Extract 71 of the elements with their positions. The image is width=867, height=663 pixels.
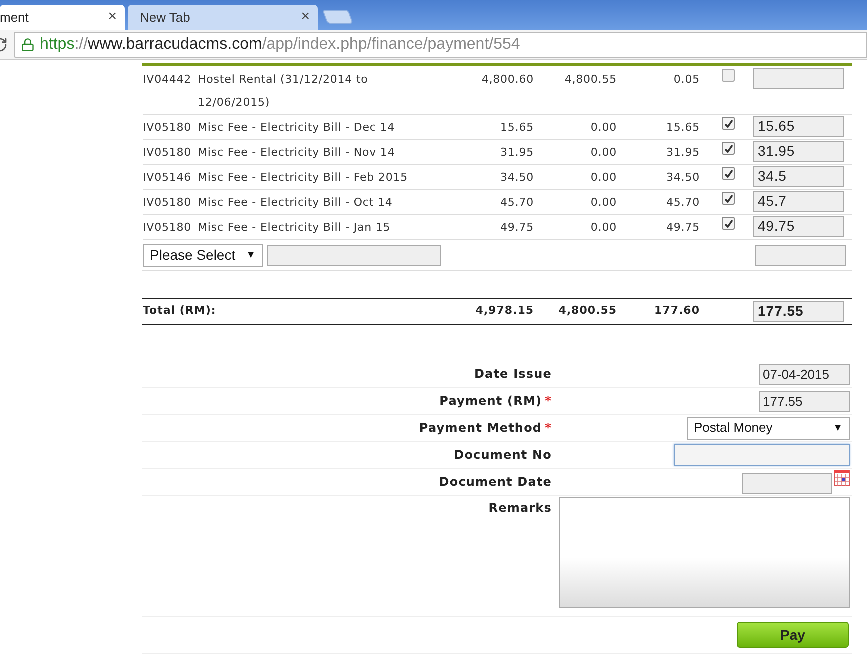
balance-cell-text: 34.50 xyxy=(666,170,700,186)
balance-cell-text: 45.70 xyxy=(666,195,700,211)
amount-cell-text: 45.70 xyxy=(500,195,534,211)
item-select[interactable]: Please Select ▼ xyxy=(143,244,263,266)
invoice-description: Misc Fee - Electricity Bill - Jan 15 xyxy=(198,220,392,236)
checkbox[interactable] xyxy=(722,217,735,230)
document-number-field[interactable] xyxy=(674,444,850,466)
amount-field[interactable]: 49.75 xyxy=(753,216,844,237)
amount-field[interactable]: 31.95 xyxy=(753,141,844,162)
checkbox[interactable] xyxy=(722,142,735,155)
amount-field[interactable]: 45.7 xyxy=(753,191,844,212)
invoice-number: IV05180 xyxy=(143,220,193,236)
field-label: Date Issue xyxy=(473,366,553,383)
checkbox[interactable] xyxy=(722,167,735,180)
balance-cell-text: 15.65 xyxy=(666,120,700,136)
total-amount: 4,978.15 xyxy=(474,303,534,320)
invoice-description: Misc Fee - Electricity Bill - Feb 2015 xyxy=(198,170,410,186)
invoice-number: IV05180 xyxy=(143,195,193,211)
invoice-description: Hostel Rental (31/12/2014 to 12/06/2015) xyxy=(198,72,370,111)
remarks-textarea[interactable] xyxy=(559,497,850,608)
invoice-description: Misc Fee - Electricity Bill - Dec 14 xyxy=(198,120,396,136)
balance-cell-text: 31.95 xyxy=(666,145,700,161)
text-field[interactable]: 07-04-2015 xyxy=(759,364,850,384)
paid-cell-text: 4,800.55 xyxy=(564,72,617,88)
amount-cell-text: 31.95 xyxy=(500,145,534,161)
invoice-number: IV05146 xyxy=(143,170,193,186)
total-paid: 4,800.55 xyxy=(558,303,617,320)
browser-tab[interactable]: New Tab × xyxy=(128,5,318,30)
total-label: Total (RM): xyxy=(143,303,218,320)
new-tab-button[interactable] xyxy=(322,10,354,24)
invoice-description: Misc Fee - Electricity Bill - Oct 14 xyxy=(198,195,394,211)
invoice-description: Misc Fee - Electricity Bill - Nov 14 xyxy=(198,145,396,161)
invoice-number: IV04442 xyxy=(143,72,193,88)
paid-cell-text: 0.00 xyxy=(590,220,617,236)
checkbox[interactable] xyxy=(722,117,735,130)
amount-cell-text: 34.50 xyxy=(500,170,534,186)
paid-cell-text: 0.00 xyxy=(590,145,617,161)
close-icon[interactable]: × xyxy=(108,6,117,29)
field-label: Payment Method * xyxy=(418,420,553,437)
item-field[interactable] xyxy=(267,244,441,266)
total-balance: 177.60 xyxy=(654,303,700,320)
date-field[interactable] xyxy=(742,473,832,494)
field-label: Document No xyxy=(453,447,553,464)
calendar-icon[interactable] xyxy=(834,470,850,486)
paid-cell-text: 0.00 xyxy=(590,195,617,211)
invoice-number: IV05180 xyxy=(143,145,193,161)
paid-cell-text: 0.00 xyxy=(590,170,617,186)
pay-button[interactable]: Pay xyxy=(737,622,849,648)
paid-cell-text: 0.00 xyxy=(590,120,617,136)
text-field[interactable]: 177.55 xyxy=(759,390,850,412)
amount-cell-text: 49.75 xyxy=(500,220,534,236)
lock-icon xyxy=(21,38,35,52)
payment-method-select[interactable]: Postal Money ▼ xyxy=(687,416,850,440)
browser-tab[interactable]: ment × xyxy=(0,5,125,30)
amount-field[interactable]: 177.55 xyxy=(753,301,844,322)
field-label: Payment (RM) * xyxy=(438,393,553,410)
checkbox[interactable] xyxy=(722,69,735,82)
amount-field[interactable] xyxy=(753,68,844,89)
amount-field[interactable]: 34.5 xyxy=(753,166,844,187)
invoice-number: IV05180 xyxy=(143,120,193,136)
amount-cell-text: 4,800.60 xyxy=(480,72,534,88)
address-bar[interactable]: https://www.barracudacms.com/app/index.php/finance/payment/554 xyxy=(14,32,867,58)
amount-field[interactable] xyxy=(755,244,846,266)
balance-cell-text: 49.75 xyxy=(666,220,700,236)
field-label: Remarks xyxy=(488,500,553,517)
close-icon[interactable]: × xyxy=(301,6,310,29)
checkbox[interactable] xyxy=(722,192,735,205)
amount-cell-text: 15.65 xyxy=(500,120,534,136)
amount-field[interactable]: 15.65 xyxy=(753,116,844,137)
field-label: Document Date xyxy=(438,474,553,491)
balance-cell-text: 0.05 xyxy=(672,72,700,88)
